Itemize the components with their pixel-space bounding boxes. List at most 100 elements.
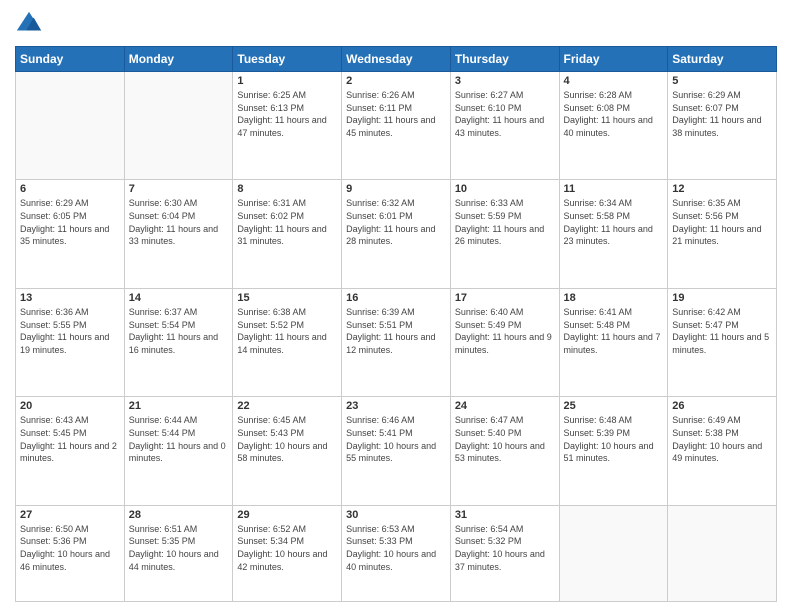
calendar-cell: 30 Sunrise: 6:53 AMSunset: 5:33 PMDayligh… — [342, 505, 451, 601]
cell-date: 21 — [129, 400, 229, 412]
cell-info: Sunrise: 6:54 AMSunset: 5:32 PMDaylight:… — [455, 523, 555, 573]
calendar-table: SundayMondayTuesdayWednesdayThursdayFrid… — [15, 46, 777, 602]
cell-date: 12 — [672, 183, 772, 195]
calendar-cell — [16, 72, 125, 180]
calendar-cell: 13 Sunrise: 6:36 AMSunset: 5:55 PMDayligh… — [16, 288, 125, 396]
day-header-tuesday: Tuesday — [233, 47, 342, 72]
calendar-cell: 10 Sunrise: 6:33 AMSunset: 5:59 PMDayligh… — [450, 180, 559, 288]
calendar-cell: 24 Sunrise: 6:47 AMSunset: 5:40 PMDayligh… — [450, 397, 559, 505]
cell-info: Sunrise: 6:45 AMSunset: 5:43 PMDaylight:… — [237, 414, 337, 464]
cell-date: 5 — [672, 75, 772, 87]
calendar-cell: 17 Sunrise: 6:40 AMSunset: 5:49 PMDayligh… — [450, 288, 559, 396]
cell-info: Sunrise: 6:25 AMSunset: 6:13 PMDaylight:… — [237, 89, 337, 139]
cell-info: Sunrise: 6:42 AMSunset: 5:47 PMDaylight:… — [672, 306, 772, 356]
week-row-4: 20 Sunrise: 6:43 AMSunset: 5:45 PMDayligh… — [16, 397, 777, 505]
cell-info: Sunrise: 6:27 AMSunset: 6:10 PMDaylight:… — [455, 89, 555, 139]
cell-date: 14 — [129, 292, 229, 304]
week-row-2: 6 Sunrise: 6:29 AMSunset: 6:05 PMDaylight… — [16, 180, 777, 288]
cell-date: 15 — [237, 292, 337, 304]
calendar-cell: 25Sunrise: 6:48 AMSunset: 5:39 PMDayligh… — [559, 397, 668, 505]
cell-info: Sunrise: 6:29 AMSunset: 6:05 PMDaylight:… — [20, 197, 120, 247]
calendar-cell — [559, 505, 668, 601]
calendar-cell: 7 Sunrise: 6:30 AMSunset: 6:04 PMDaylight… — [124, 180, 233, 288]
cell-info: Sunrise: 6:39 AMSunset: 5:51 PMDaylight:… — [346, 306, 446, 356]
cell-date: 7 — [129, 183, 229, 195]
cell-date: 16 — [346, 292, 446, 304]
calendar-cell: 23 Sunrise: 6:46 AMSunset: 5:41 PMDayligh… — [342, 397, 451, 505]
calendar-cell: 1 Sunrise: 6:25 AMSunset: 6:13 PMDaylight… — [233, 72, 342, 180]
cell-date: 31 — [455, 509, 555, 521]
calendar-cell: 28 Sunrise: 6:51 AMSunset: 5:35 PMDayligh… — [124, 505, 233, 601]
cell-info: Sunrise: 6:33 AMSunset: 5:59 PMDaylight:… — [455, 197, 555, 247]
calendar-cell: 2Sunrise: 6:26 AMSunset: 6:11 PMDaylight… — [342, 72, 451, 180]
cell-date: 29 — [237, 509, 337, 521]
calendar-cell: 5Sunrise: 6:29 AMSunset: 6:07 PMDaylight… — [668, 72, 777, 180]
cell-date: 6 — [20, 183, 120, 195]
calendar-cell: 29 Sunrise: 6:52 AMSunset: 5:34 PMDayligh… — [233, 505, 342, 601]
cell-info: Sunrise: 6:50 AMSunset: 5:36 PMDaylight:… — [20, 523, 120, 573]
cell-info: Sunrise: 6:53 AMSunset: 5:33 PMDaylight:… — [346, 523, 446, 573]
calendar-cell: 22Sunrise: 6:45 AMSunset: 5:43 PMDayligh… — [233, 397, 342, 505]
cell-info: Sunrise: 6:47 AMSunset: 5:40 PMDaylight:… — [455, 414, 555, 464]
cell-date: 2 — [346, 75, 446, 87]
cell-date: 18 — [564, 292, 664, 304]
calendar-cell: 16 Sunrise: 6:39 AMSunset: 5:51 PMDayligh… — [342, 288, 451, 396]
cell-info: Sunrise: 6:49 AMSunset: 5:38 PMDaylight:… — [672, 414, 772, 464]
day-header-thursday: Thursday — [450, 47, 559, 72]
cell-info: Sunrise: 6:46 AMSunset: 5:41 PMDaylight:… — [346, 414, 446, 464]
cell-date: 17 — [455, 292, 555, 304]
calendar-cell: 26 Sunrise: 6:49 AMSunset: 5:38 PMDayligh… — [668, 397, 777, 505]
calendar-cell: 8Sunrise: 6:31 AMSunset: 6:02 PMDaylight… — [233, 180, 342, 288]
cell-info: Sunrise: 6:52 AMSunset: 5:34 PMDaylight:… — [237, 523, 337, 573]
cell-date: 13 — [20, 292, 120, 304]
cell-date: 11 — [564, 183, 664, 195]
cell-info: Sunrise: 6:43 AMSunset: 5:45 PMDaylight:… — [20, 414, 120, 464]
cell-info: Sunrise: 6:30 AMSunset: 6:04 PMDaylight:… — [129, 197, 229, 247]
calendar-cell: 27 Sunrise: 6:50 AMSunset: 5:36 PMDayligh… — [16, 505, 125, 601]
calendar-cell — [124, 72, 233, 180]
page: SundayMondayTuesdayWednesdayThursdayFrid… — [0, 0, 792, 612]
logo-icon — [15, 10, 43, 38]
cell-date: 20 — [20, 400, 120, 412]
cell-date: 1 — [237, 75, 337, 87]
cell-date: 8 — [237, 183, 337, 195]
calendar-cell: 9 Sunrise: 6:32 AMSunset: 6:01 PMDaylight… — [342, 180, 451, 288]
cell-info: Sunrise: 6:36 AMSunset: 5:55 PMDaylight:… — [20, 306, 120, 356]
week-row-3: 13 Sunrise: 6:36 AMSunset: 5:55 PMDayligh… — [16, 288, 777, 396]
cell-date: 24 — [455, 400, 555, 412]
cell-info: Sunrise: 6:32 AMSunset: 6:01 PMDaylight:… — [346, 197, 446, 247]
cell-info: Sunrise: 6:41 AMSunset: 5:48 PMDaylight:… — [564, 306, 664, 356]
calendar-cell — [668, 505, 777, 601]
calendar-cell: 6 Sunrise: 6:29 AMSunset: 6:05 PMDaylight… — [16, 180, 125, 288]
cell-date: 10 — [455, 183, 555, 195]
calendar-cell: 14 Sunrise: 6:37 AMSunset: 5:54 PMDayligh… — [124, 288, 233, 396]
calendar-cell: 19Sunrise: 6:42 AMSunset: 5:47 PMDayligh… — [668, 288, 777, 396]
header-row: SundayMondayTuesdayWednesdayThursdayFrid… — [16, 47, 777, 72]
calendar-cell: 18 Sunrise: 6:41 AMSunset: 5:48 PMDayligh… — [559, 288, 668, 396]
cell-info: Sunrise: 6:51 AMSunset: 5:35 PMDaylight:… — [129, 523, 229, 573]
calendar-cell: 15 Sunrise: 6:38 AMSunset: 5:52 PMDayligh… — [233, 288, 342, 396]
calendar-cell: 21 Sunrise: 6:44 AMSunset: 5:44 PMDayligh… — [124, 397, 233, 505]
calendar-cell: 4Sunrise: 6:28 AMSunset: 6:08 PMDaylight… — [559, 72, 668, 180]
cell-date: 27 — [20, 509, 120, 521]
cell-info: Sunrise: 6:48 AMSunset: 5:39 PMDaylight:… — [564, 414, 664, 464]
cell-date: 28 — [129, 509, 229, 521]
cell-date: 9 — [346, 183, 446, 195]
cell-info: Sunrise: 6:44 AMSunset: 5:44 PMDaylight:… — [129, 414, 229, 464]
cell-info: Sunrise: 6:37 AMSunset: 5:54 PMDaylight:… — [129, 306, 229, 356]
cell-date: 30 — [346, 509, 446, 521]
cell-info: Sunrise: 6:35 AMSunset: 5:56 PMDaylight:… — [672, 197, 772, 247]
cell-info: Sunrise: 6:40 AMSunset: 5:49 PMDaylight:… — [455, 306, 555, 356]
day-header-sunday: Sunday — [16, 47, 125, 72]
cell-info: Sunrise: 6:38 AMSunset: 5:52 PMDaylight:… — [237, 306, 337, 356]
header — [15, 10, 777, 38]
cell-date: 4 — [564, 75, 664, 87]
cell-date: 3 — [455, 75, 555, 87]
week-row-1: 1 Sunrise: 6:25 AMSunset: 6:13 PMDaylight… — [16, 72, 777, 180]
calendar-cell: 12 Sunrise: 6:35 AMSunset: 5:56 PMDayligh… — [668, 180, 777, 288]
cell-date: 26 — [672, 400, 772, 412]
calendar-cell: 31 Sunrise: 6:54 AMSunset: 5:32 PMDayligh… — [450, 505, 559, 601]
calendar-cell: 20 Sunrise: 6:43 AMSunset: 5:45 PMDayligh… — [16, 397, 125, 505]
calendar-cell: 3 Sunrise: 6:27 AMSunset: 6:10 PMDaylight… — [450, 72, 559, 180]
cell-date: 23 — [346, 400, 446, 412]
